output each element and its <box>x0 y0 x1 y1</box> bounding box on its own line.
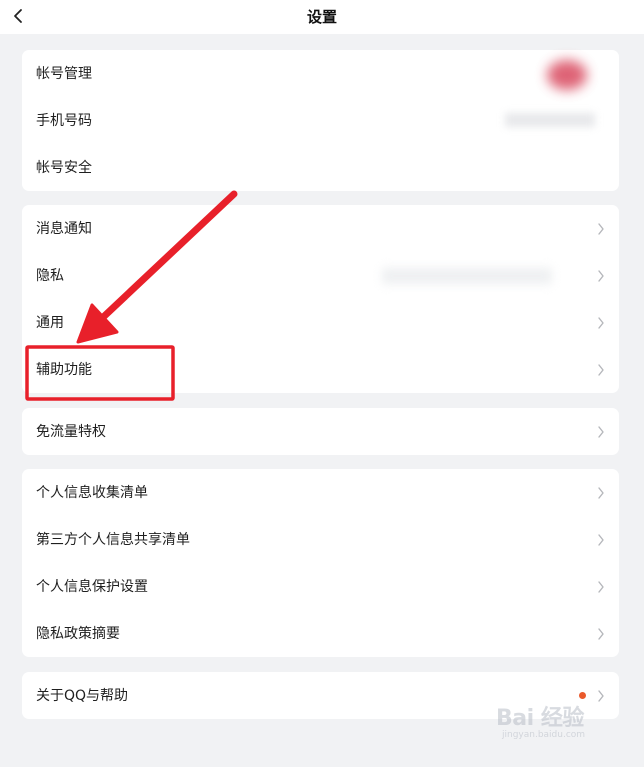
free-data-privilege-row[interactable]: 免流量特权 <box>22 408 619 455</box>
phone-number-label: 手机号码 <box>36 112 92 129</box>
chevron-right-icon <box>598 425 604 438</box>
about-qq-help-label: 关于QQ与帮助 <box>36 687 129 704</box>
chevron-right-icon <box>598 533 604 546</box>
chevron-right-icon <box>598 363 604 376</box>
avatar <box>547 60 587 90</box>
phone-number-value-blurred <box>505 113 595 127</box>
account-settings-group: 帐号管理 手机号码 帐号安全 <box>22 50 619 191</box>
chevron-right-icon <box>598 580 604 593</box>
blurred-content <box>382 268 552 284</box>
personal-info-group: 个人信息收集清单 第三方个人信息共享清单 个人信息保护设置 隐私政策摘要 <box>22 469 619 657</box>
chevron-right-icon <box>598 316 604 329</box>
personal-info-protection-row[interactable]: 个人信息保护设置 <box>22 563 619 610</box>
free-data-privilege-label: 免流量特权 <box>36 423 106 440</box>
accessibility-label: 辅助功能 <box>36 361 92 378</box>
message-notification-label: 消息通知 <box>36 220 92 237</box>
account-security-label: 帐号安全 <box>36 159 92 176</box>
general-row[interactable]: 通用 <box>22 299 619 346</box>
privacy-policy-summary-row[interactable]: 隐私政策摘要 <box>22 610 619 657</box>
third-party-sharing-row[interactable]: 第三方个人信息共享清单 <box>22 516 619 563</box>
page-title: 设置 <box>306 8 337 26</box>
third-party-sharing-label: 第三方个人信息共享清单 <box>36 531 190 548</box>
chevron-right-icon <box>598 486 604 499</box>
baidu-watermark: Bai 经验 jingyan.baidu.com <box>496 700 616 750</box>
message-notification-row[interactable]: 消息通知 <box>22 205 619 252</box>
general-settings-group: 消息通知 隐私 通用 辅助功能 <box>22 205 619 393</box>
personal-info-collection-label: 个人信息收集清单 <box>36 484 148 501</box>
privacy-policy-summary-label: 隐私政策摘要 <box>36 625 120 642</box>
chevron-right-icon <box>598 222 604 235</box>
general-label: 通用 <box>36 314 64 331</box>
data-plan-group: 免流量特权 <box>22 408 619 455</box>
accessibility-row[interactable]: 辅助功能 <box>22 346 619 393</box>
account-security-row[interactable]: 帐号安全 <box>22 144 619 191</box>
watermark-main-text: Bai 经验 <box>496 706 584 731</box>
chevron-right-icon <box>598 627 604 640</box>
personal-info-collection-row[interactable]: 个人信息收集清单 <box>22 469 619 516</box>
top-nav-bar: 设置 <box>0 0 644 34</box>
personal-info-protection-label: 个人信息保护设置 <box>36 578 148 595</box>
account-management-row[interactable]: 帐号管理 <box>22 50 619 97</box>
notification-dot <box>579 692 586 699</box>
account-management-label: 帐号管理 <box>36 65 92 82</box>
watermark-sub-text: jingyan.baidu.com <box>502 730 586 740</box>
chevron-right-icon <box>598 269 604 282</box>
phone-number-row[interactable]: 手机号码 <box>22 97 619 144</box>
privacy-row[interactable]: 隐私 <box>22 252 619 299</box>
privacy-label: 隐私 <box>36 267 64 284</box>
